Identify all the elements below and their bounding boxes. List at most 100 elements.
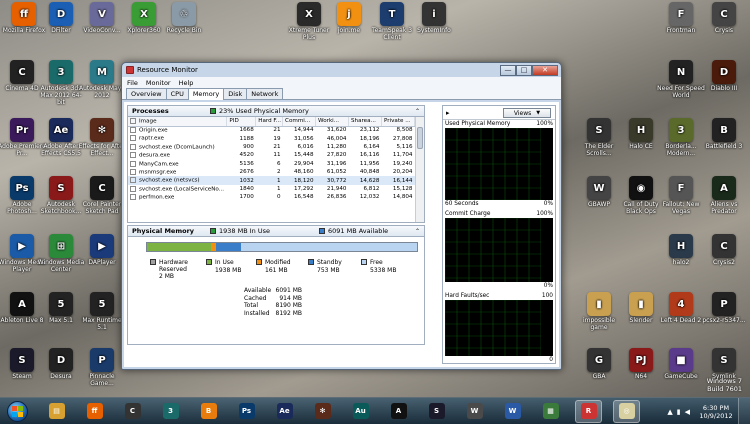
desktop-icon-videoconv[interactable]: V VideoConv... <box>78 2 126 34</box>
start-button[interactable] <box>2 399 32 424</box>
maximize-button[interactable]: □ <box>516 64 532 76</box>
title-bar[interactable]: Resource Monitor — □ ✕ <box>122 63 561 77</box>
desktop-icon-symlink[interactable]: S Symlink <box>700 348 748 380</box>
column-header[interactable]: Commi... <box>282 117 317 127</box>
row-checkbox[interactable] <box>130 143 136 150</box>
desktop-icon-gbawp[interactable]: W GBAWP <box>575 176 623 208</box>
desktop-icon-crysis[interactable]: C Crysis <box>700 2 748 34</box>
desktop-icon-nfs[interactable]: N Need For Speed World <box>657 60 705 99</box>
taskbar-app-paint[interactable]: ▦ <box>537 400 564 423</box>
table-row[interactable]: desura.exe 4520 11 15,448 27,820 16,116 11,704 <box>128 151 415 159</box>
tab-memory[interactable]: Memory <box>187 88 225 100</box>
row-checkbox[interactable] <box>130 194 136 201</box>
row-checkbox[interactable] <box>130 135 136 142</box>
taskbar-app-resmon[interactable]: R <box>575 399 602 423</box>
network-icon[interactable]: ▮ <box>677 408 681 416</box>
table-row[interactable]: perfmon.exe 1700 0 16,548 26,836 12,032 14,804 <box>128 193 415 201</box>
desktop-icon-l4d2[interactable]: 4 Left 4 Dead 2 <box>657 292 705 324</box>
desktop-icon-pcsx2[interactable]: Ppcsx2-r5347... <box>700 292 748 324</box>
desktop-icon-teamspeak[interactable]: T TeamSpeak 3 Client <box>368 2 416 41</box>
taskbar-app-audition[interactable]: Au <box>347 400 374 423</box>
desktop-icon-corelpainter[interactable]: C Corel Painter Sketch Pad <box>78 176 126 215</box>
taskbar-app-ableton[interactable]: A <box>385 400 412 423</box>
desktop-icon-elderscrolls[interactable]: S The Elder Scrolls... <box>575 118 623 157</box>
desktop-icon-joinme[interactable]: j join.me <box>325 2 373 34</box>
show-desktop-button[interactable] <box>738 398 750 424</box>
desktop-icon-recyclebin[interactable]: ♲ Recycle Bin <box>160 2 208 34</box>
taskbar-app-tool[interactable]: ✻ <box>309 400 336 423</box>
tab-overview[interactable]: Overview <box>126 88 167 99</box>
desktop-icon-maxruntime[interactable]: 5 Max Runtime 5.1 <box>78 292 126 331</box>
clock[interactable]: 6:30 PM 10/9/2012 <box>694 404 738 420</box>
taskbar-app-word[interactable]: W <box>499 400 526 423</box>
processes-header[interactable]: Processes 23% Used Physical Memory ⌃ <box>127 105 425 117</box>
physical-memory-header[interactable]: Physical Memory 1938 MB In Use 6091 MB A… <box>127 225 425 237</box>
column-header[interactable]: PID <box>226 117 257 127</box>
minimize-button[interactable]: — <box>500 64 516 76</box>
taskbar-app-wolf[interactable]: W <box>461 400 488 423</box>
desktop-icon-alienspred[interactable]: A Aliens vs Predator <box>700 176 748 215</box>
tab-cpu[interactable]: CPU <box>165 88 189 99</box>
row-checkbox[interactable] <box>130 127 136 134</box>
desktop-icon-halo2[interactable]: Hhalo2 <box>657 234 705 266</box>
close-button[interactable]: ✕ <box>532 64 558 76</box>
taskbar-app-chrome[interactable]: ◎ <box>613 399 640 423</box>
table-cell: svchost.exe (netsvcs) <box>128 176 227 185</box>
volume-icon[interactable]: ◀ <box>685 408 690 416</box>
desktop-icon-aeffects2[interactable]: ✻ Effects for After Effect... <box>78 118 126 157</box>
desktop-icon-maya[interactable]: M Autodesk Maya 2012 <box>78 60 126 99</box>
desktop-icon-crysis2[interactable]: C Crysis2 <box>700 234 748 266</box>
desktop-icon-falloutnv[interactable]: F Fallout: New Vegas <box>657 176 705 215</box>
desktop-icon-daplayer[interactable]: ▶ DAPlayer <box>78 234 126 266</box>
menu-help[interactable]: Help <box>179 79 194 87</box>
tab-network[interactable]: Network <box>246 88 284 99</box>
expand-icon[interactable]: ▸ <box>446 109 450 117</box>
table-row[interactable]: Origin.exe 1668 21 14,944 31,620 23,112 8,508 <box>128 126 415 134</box>
taskbar-app-explorer[interactable]: ▤ <box>43 400 70 423</box>
row-checkbox[interactable] <box>130 168 136 175</box>
taskbar-app-3dsmax[interactable]: 3 <box>157 400 184 423</box>
taskbar-app-cinema[interactable]: C <box>119 400 146 423</box>
desktop-icon-battlefield[interactable]: B Battlefield 3 <box>700 118 748 150</box>
taskbar-app-blender[interactable]: B <box>195 400 222 423</box>
desktop-icon-borderlands[interactable]: 3 Borderla... Modern... <box>657 118 705 157</box>
windows-logo-icon <box>6 400 28 422</box>
column-header[interactable]: Hard F... <box>255 117 284 127</box>
desktop-icon-frontman[interactable]: F Frontman <box>657 2 705 34</box>
table-row[interactable]: raptr.exe 1188 19 31,056 46,004 18,196 27,808 <box>128 134 415 142</box>
row-checkbox[interactable] <box>130 177 136 184</box>
column-header[interactable]: Private ... <box>381 117 416 127</box>
menu-file[interactable]: File <box>127 79 138 87</box>
desktop-icon-sysinfo[interactable]: i SystemInfo <box>410 2 458 34</box>
table-row[interactable]: svchost.exe (LocalServiceNo... 1840 1 17,29… <box>128 185 415 193</box>
taskbar-app-aftereffects[interactable]: Ae <box>271 400 298 423</box>
tab-disk[interactable]: Disk <box>223 88 248 99</box>
desktop-icon-impossible[interactable]: ▮ impossible game <box>575 292 623 331</box>
table-row[interactable]: msnmsgr.exe 2676 2 48,160 61,052 40,848 20,204 <box>128 168 415 176</box>
table-row[interactable]: svchost.exe (DcomLaunch) 900 21 6,016 11,280… <box>128 143 415 151</box>
table-row[interactable]: ManyCam.exe 5136 6 29,904 31,196 11,956 19,240 <box>128 160 415 168</box>
taskbar-app-firefox[interactable]: ff <box>81 400 108 423</box>
taskbar-app-photoshop[interactable]: Ps <box>233 400 260 423</box>
views-dropdown[interactable]: Views ▼ <box>503 108 551 118</box>
scrollbar-thumb[interactable] <box>417 127 423 149</box>
3dsmax-icon: 3 <box>162 403 179 419</box>
show-hidden-icons[interactable]: ▲ <box>667 408 672 416</box>
table-row[interactable]: svchost.exe (netsvcs) 1032 1 18,120 30,772 14… <box>128 176 415 185</box>
desktop-icon-pinnacle[interactable]: P Pinnacle Game... <box>78 348 126 387</box>
column-header[interactable]: Sharea... <box>348 117 382 127</box>
row-checkbox[interactable] <box>130 185 136 192</box>
desktop-icon-diablo[interactable]: D Diablo III <box>700 60 748 92</box>
row-checkbox[interactable] <box>130 152 136 159</box>
taskbar-app-steam[interactable]: S <box>423 400 450 423</box>
menu-monitor[interactable]: Monitor <box>146 79 171 87</box>
processes-scrollbar[interactable] <box>415 117 424 222</box>
column-header[interactable]: Worki... <box>315 117 349 127</box>
collapse-memory-icon[interactable]: ⌃ <box>415 228 420 235</box>
collapse-processes-icon[interactable]: ⌃ <box>415 108 420 115</box>
select-all-checkbox[interactable] <box>130 118 136 124</box>
desktop-icon-gamecube[interactable]: ■ GameCube <box>657 348 705 380</box>
desktop-icon-gba[interactable]: G GBA <box>575 348 623 380</box>
column-header[interactable]: Image <box>128 117 228 127</box>
row-checkbox[interactable] <box>130 160 136 167</box>
